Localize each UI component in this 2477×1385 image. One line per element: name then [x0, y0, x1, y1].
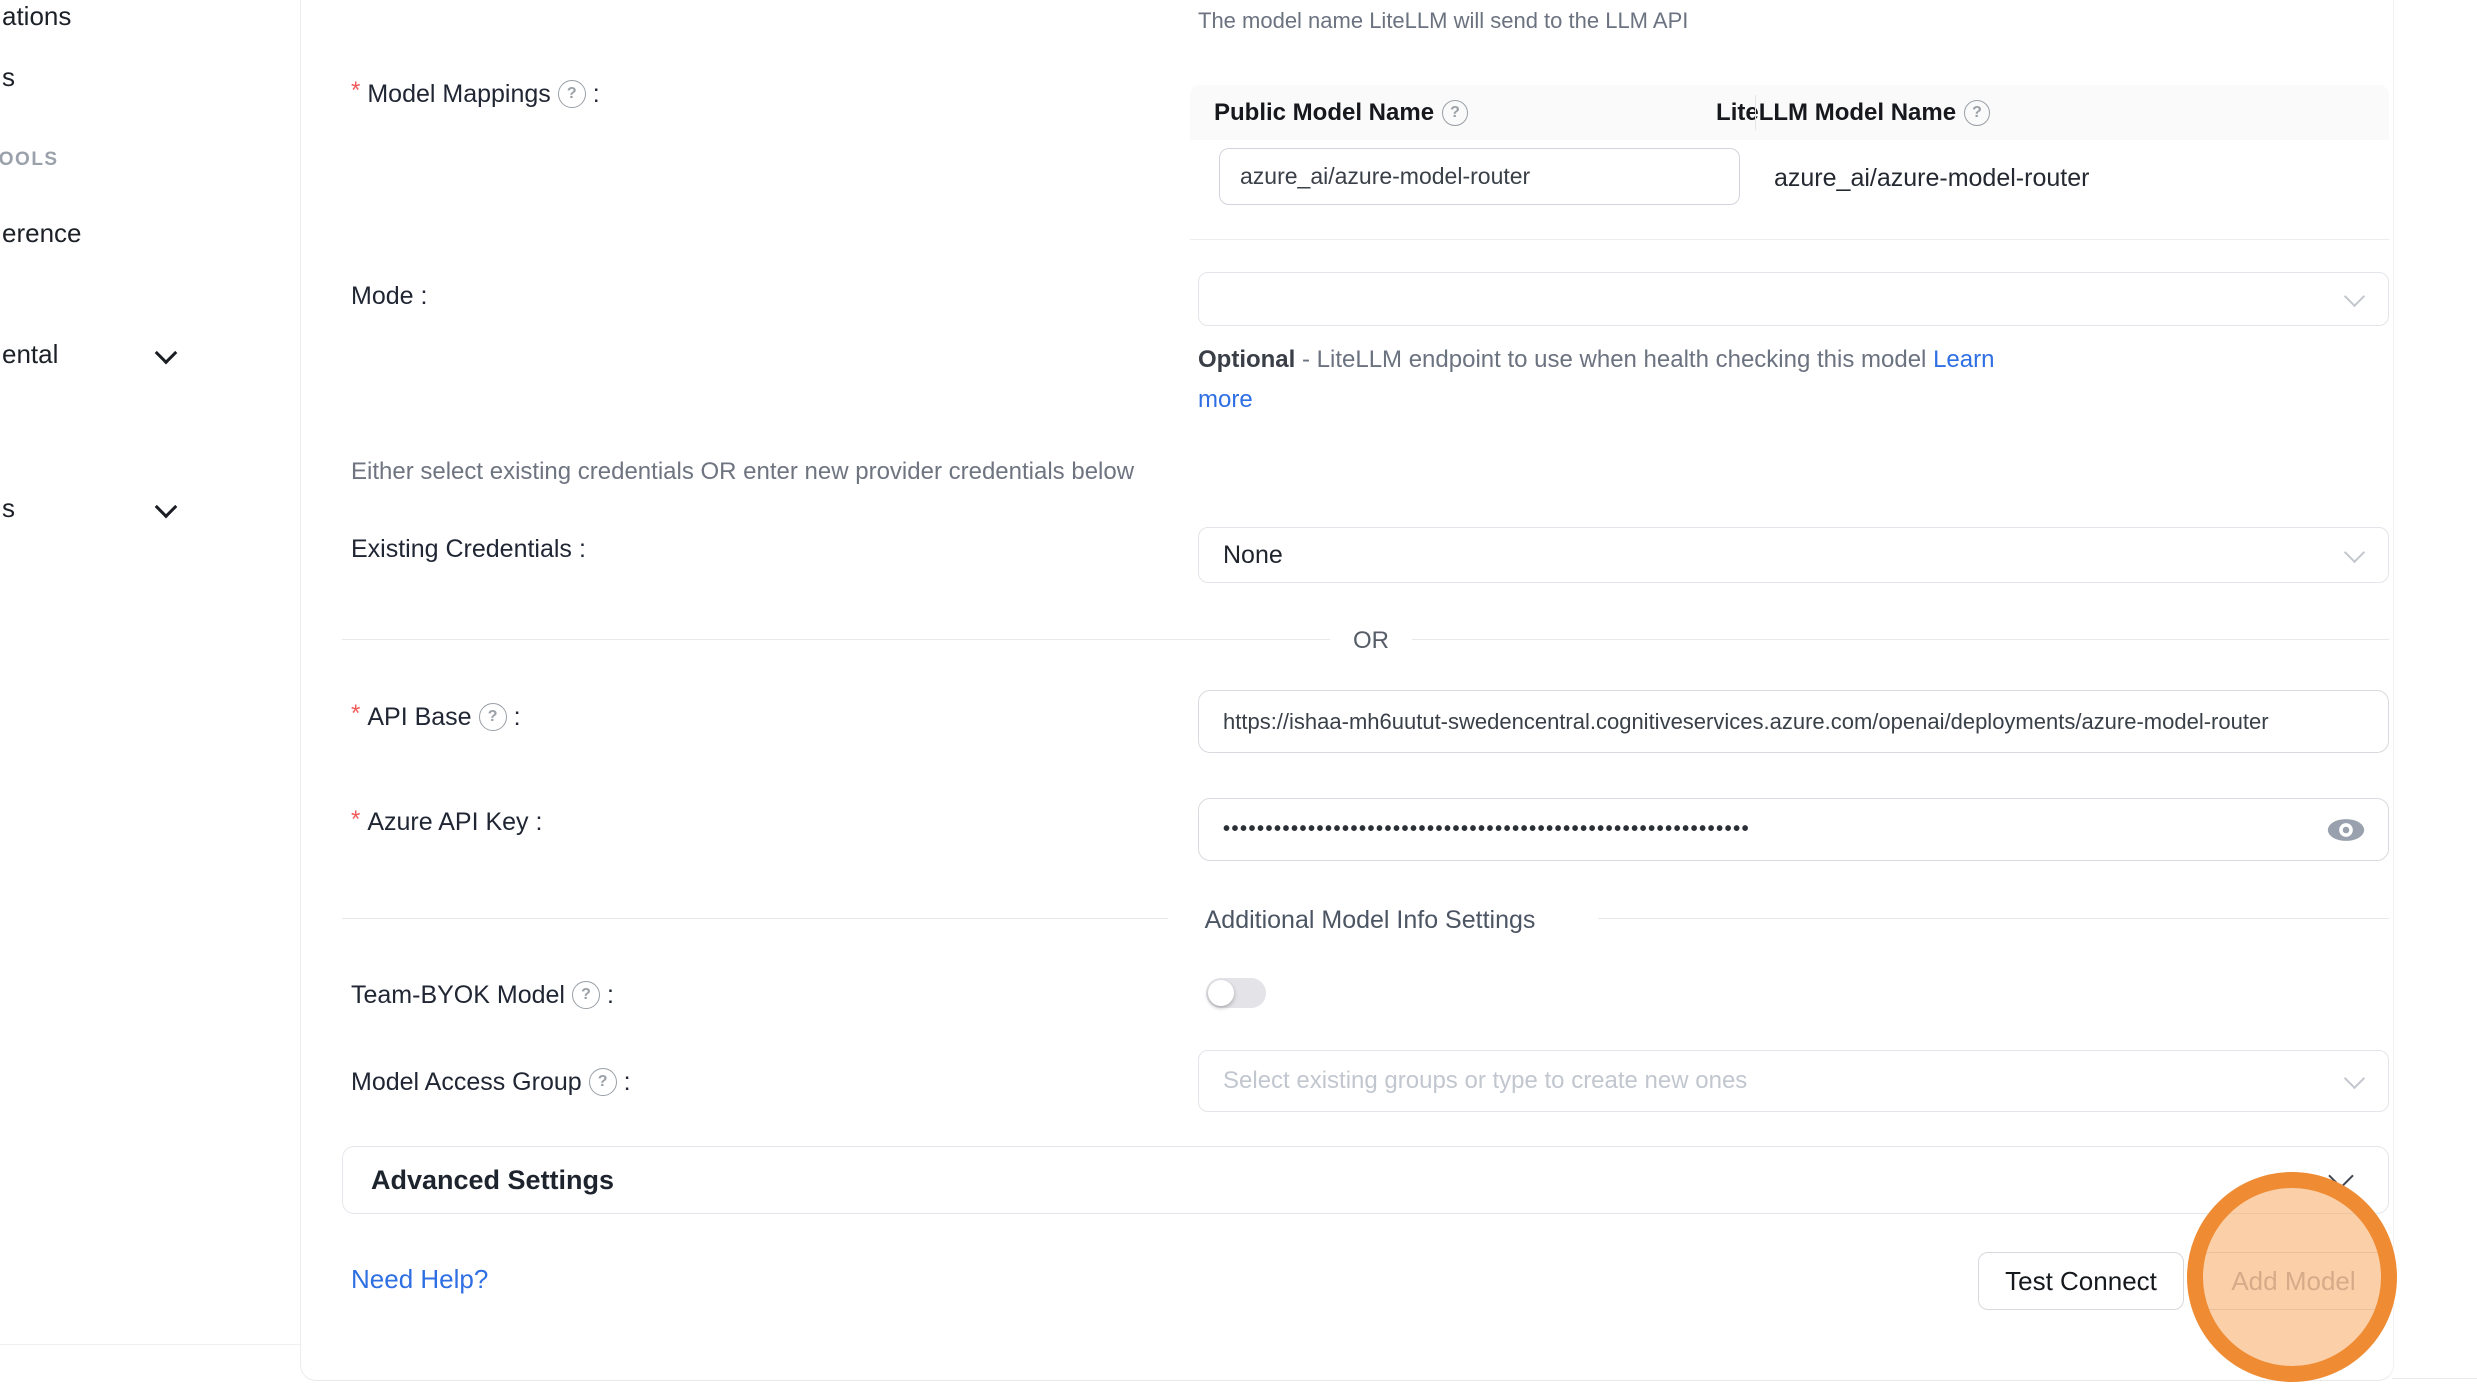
azure-api-key-label: * Azure API Key :	[351, 810, 543, 835]
api-base-label: * API Base :	[351, 703, 521, 731]
required-asterisk: *	[351, 79, 360, 103]
test-connect-button[interactable]: Test Connect	[1978, 1252, 2184, 1310]
chevron-down-icon	[2344, 1067, 2365, 1088]
additional-settings-divider-text: Additional Model Info Settings	[1205, 906, 1536, 935]
divider-line	[1412, 639, 2389, 640]
help-icon[interactable]	[1442, 100, 1468, 126]
column-header-public-model-name: Public Model Name	[1214, 99, 1468, 127]
row-separator	[1190, 239, 2389, 240]
chevron-down-icon[interactable]	[155, 342, 178, 365]
chevron-down-icon[interactable]	[155, 496, 178, 519]
chevron-down-icon	[2344, 285, 2365, 306]
help-icon[interactable]	[558, 80, 586, 108]
toggle-knob	[1208, 980, 1234, 1006]
existing-credentials-label: Existing Credentials :	[351, 537, 586, 562]
learn-more-link[interactable]: more	[1198, 388, 1253, 412]
sidebar-item-api-reference[interactable]: erence	[2, 220, 82, 246]
team-byok-toggle[interactable]	[1206, 978, 1266, 1008]
sidebar-item-experimental[interactable]: ental	[2, 341, 58, 367]
model-access-group-label: Model Access Group :	[351, 1068, 631, 1096]
sidebar-bottom-divider	[0, 1344, 300, 1345]
model-access-group-select[interactable]: Select existing groups or type to create…	[1198, 1050, 2389, 1112]
team-byok-label: Team-BYOK Model :	[351, 981, 614, 1009]
help-icon[interactable]	[1964, 100, 1990, 126]
existing-credentials-select[interactable]: None	[1198, 527, 2389, 583]
sidebar-section-tools: TOOLS	[0, 150, 59, 169]
api-base-input[interactable]	[1198, 690, 2389, 753]
mode-label: Mode :	[351, 284, 428, 309]
sidebar-item-settings[interactable]: s	[2, 495, 15, 521]
help-icon[interactable]	[572, 981, 600, 1009]
add-model-button[interactable]: Add Model	[2200, 1252, 2387, 1310]
mode-select[interactable]	[1198, 272, 2389, 326]
field-description: The model name LiteLLM will send to the …	[1198, 10, 1688, 32]
azure-api-key-input[interactable]: ••••••••••••••••••••••••••••••••••••••••…	[1198, 798, 2389, 861]
learn-more-link[interactable]: Learn	[1933, 346, 1994, 373]
bottom-divider-extension	[2392, 1378, 2477, 1379]
advanced-settings-panel[interactable]: Advanced Settings	[342, 1146, 2389, 1214]
need-help-link[interactable]: Need Help?	[351, 1264, 488, 1295]
required-asterisk: *	[351, 808, 360, 832]
litellm-model-name-value: azure_ai/azure-model-router	[1774, 164, 2089, 193]
sidebar-item[interactable]: s	[2, 64, 15, 90]
help-icon[interactable]	[589, 1068, 617, 1096]
required-asterisk: *	[351, 702, 360, 726]
divider-line	[1598, 918, 2389, 919]
chevron-down-icon	[2344, 541, 2365, 562]
masked-api-key-value: ••••••••••••••••••••••••••••••••••••••••…	[1223, 818, 2283, 841]
public-model-name-input[interactable]	[1219, 148, 1740, 205]
mode-help-text: Optional - LiteLLM endpoint to use when …	[1198, 348, 1994, 372]
sidebar-item-organizations[interactable]: ations	[2, 3, 71, 29]
model-mappings-table-header: Public Model Name LiteLLM Model Name	[1190, 85, 2389, 140]
column-header-litellm-model-name: LiteLLM Model Name	[1716, 99, 1990, 127]
divider-line	[342, 918, 1168, 919]
column-divider	[1755, 95, 1756, 130]
eye-icon[interactable]	[2326, 815, 2366, 845]
credentials-note: Either select existing credentials OR en…	[351, 460, 1134, 484]
chevron-down-icon	[2328, 1163, 2353, 1188]
help-icon[interactable]	[479, 703, 507, 731]
model-mappings-label: * Model Mappings :	[351, 80, 600, 108]
divider-line	[342, 639, 1330, 640]
or-divider-text: OR	[1353, 627, 1389, 655]
